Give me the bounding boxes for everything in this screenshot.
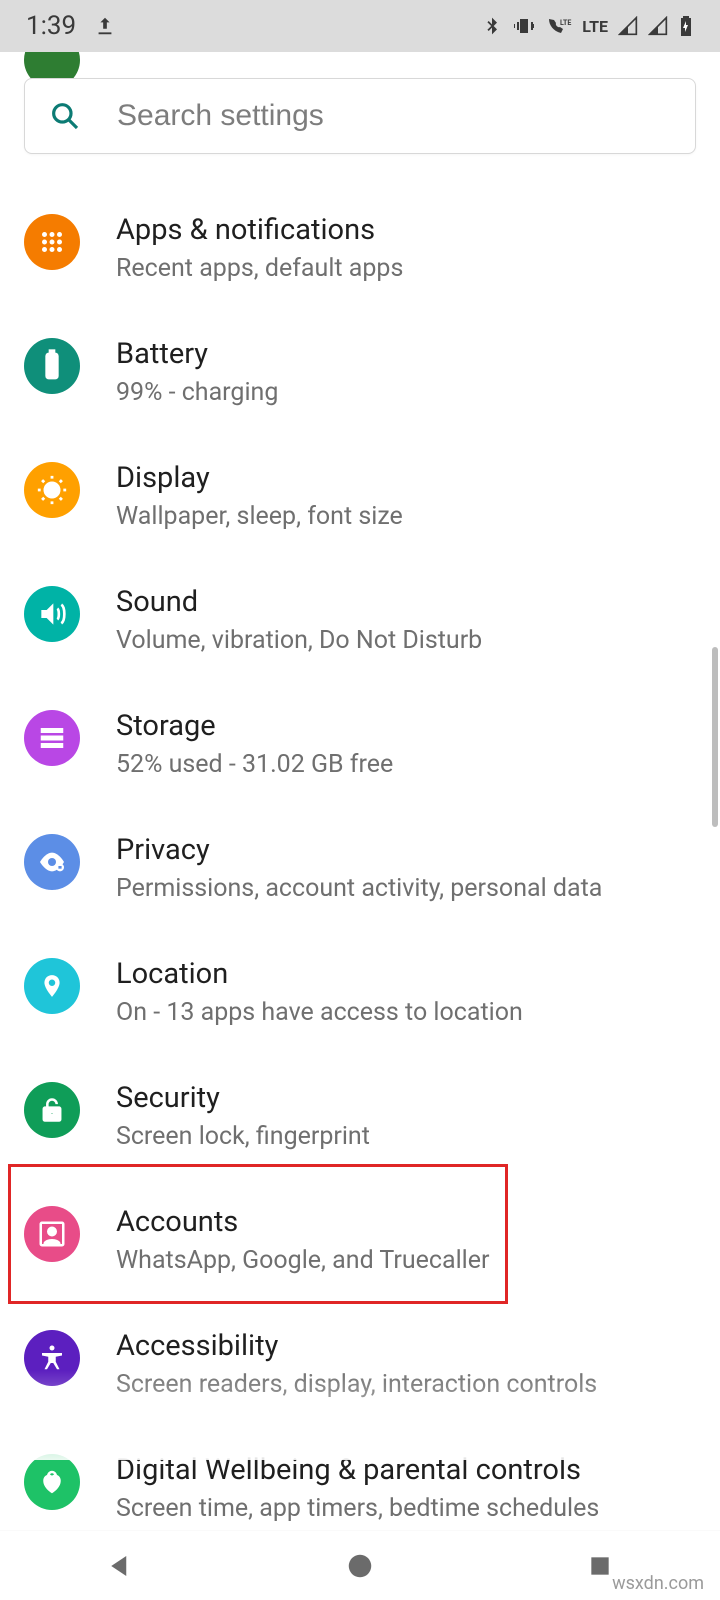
item-subtitle: Wallpaper, sleep, font size (116, 500, 696, 534)
storage-icon (24, 710, 80, 766)
settings-item-accessibility[interactable]: Accessibility Screen readers, display, in… (0, 1302, 720, 1426)
settings-scroll[interactable]: Apps & notifications Recent apps, default… (0, 52, 720, 1530)
item-subtitle: 52% used - 31.02 GB free (116, 748, 696, 782)
item-subtitle: Screen readers, display, interaction con… (116, 1368, 696, 1402)
apps-icon (24, 214, 80, 270)
settings-item-sound[interactable]: Sound Volume, vibration, Do Not Disturb (0, 558, 720, 682)
scrollbar-thumb[interactable] (712, 647, 718, 827)
item-title: Storage (116, 708, 696, 744)
connected-devices-icon (24, 52, 80, 80)
accessibility-icon (24, 1330, 80, 1386)
item-subtitle: Recent apps, default apps (116, 252, 696, 286)
settings-item-storage[interactable]: Storage 52% used - 31.02 GB free (0, 682, 720, 806)
item-title: Apps & notifications (116, 212, 696, 248)
item-title: Accounts (116, 1204, 696, 1240)
back-button[interactable] (40, 1536, 200, 1596)
settings-item-digital-wellbeing-parental-controls[interactable]: Digital Wellbeing & parental controls Scr… (0, 1426, 720, 1530)
status-right: LTE LTE (482, 14, 694, 38)
settings-list: Apps & notifications Recent apps, default… (0, 80, 720, 1530)
settings-item-security[interactable]: Security Screen lock, fingerprint (0, 1054, 720, 1178)
scrollbar[interactable] (712, 112, 718, 1450)
settings-item-accounts[interactable]: Accounts WhatsApp, Google, and Truecaller (0, 1178, 720, 1302)
upload-icon (94, 15, 116, 37)
item-title: Battery (116, 336, 696, 372)
vibrate-icon (512, 14, 536, 38)
settings-item-display[interactable]: Display Wallpaper, sleep, font size (0, 434, 720, 558)
security-icon (24, 1082, 80, 1138)
bluetooth-icon (482, 14, 502, 38)
item-title: Sound (116, 584, 696, 620)
item-title: Accessibility (116, 1328, 696, 1364)
status-left: 1:39 (26, 11, 116, 41)
home-button[interactable] (280, 1536, 440, 1596)
item-subtitle: 99% - charging (116, 376, 696, 410)
settings-item-apps-notifications[interactable]: Apps & notifications Recent apps, default… (0, 186, 720, 310)
battery-status-icon (678, 14, 694, 38)
sound-icon (24, 586, 80, 642)
svg-text:LTE: LTE (560, 19, 571, 27)
item-subtitle: Volume, vibration, Do Not Disturb (116, 624, 696, 658)
privacy-icon (24, 834, 80, 890)
item-subtitle: Screen time, app timers, bedtime schedul… (116, 1492, 696, 1526)
settings-content: Apps & notifications Recent apps, default… (0, 52, 720, 1530)
item-subtitle: WhatsApp, Google, and Truecaller (116, 1244, 696, 1278)
lte-icon: LTE (582, 17, 608, 36)
item-title: Display (116, 460, 696, 496)
watermark: wsxdn.com (612, 1573, 704, 1594)
item-subtitle: Screen lock, fingerprint (116, 1120, 696, 1154)
item-title: Security (116, 1080, 696, 1116)
settings-item-location[interactable]: Location On - 13 apps have access to loca… (0, 930, 720, 1054)
search-input[interactable] (117, 99, 671, 133)
battery-icon (24, 338, 80, 394)
search-bar[interactable] (24, 78, 696, 154)
item-subtitle: On - 13 apps have access to location (116, 996, 696, 1030)
location-icon (24, 958, 80, 1014)
item-title: Location (116, 956, 696, 992)
volte-icon: LTE (546, 16, 572, 36)
settings-item-battery[interactable]: Battery 99% - charging (0, 310, 720, 434)
display-icon (24, 462, 80, 518)
signal-icon-1 (618, 16, 638, 36)
accounts-icon (24, 1206, 80, 1262)
search-icon (49, 100, 81, 132)
item-title: Privacy (116, 832, 696, 868)
item-subtitle: Permissions, account activity, personal … (116, 872, 696, 906)
item-title: Digital Wellbeing & parental controls (116, 1452, 696, 1488)
status-time: 1:39 (26, 11, 76, 41)
signal-icon-2 (648, 16, 668, 36)
settings-item-privacy[interactable]: Privacy Permissions, account activity, pe… (0, 806, 720, 930)
prev-item-peek[interactable] (0, 52, 720, 80)
status-bar: 1:39 LTE LTE (0, 0, 720, 52)
wellbeing-icon (24, 1454, 80, 1510)
